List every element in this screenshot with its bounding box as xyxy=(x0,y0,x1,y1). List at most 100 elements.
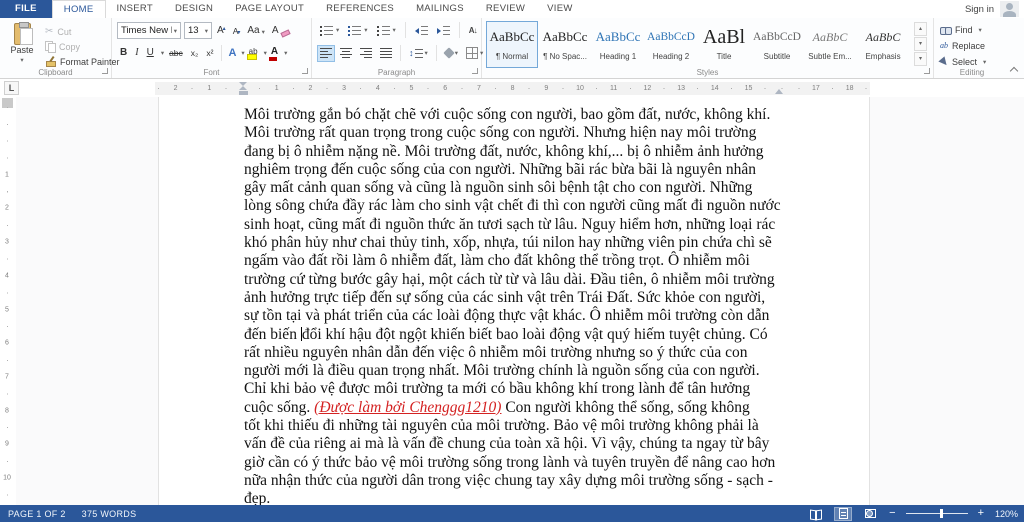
left-indent-marker[interactable] xyxy=(239,82,248,95)
clipboard-dialog-launcher[interactable] xyxy=(102,68,108,74)
numbering-button[interactable]: ▾ xyxy=(345,22,370,39)
page-indicator[interactable]: PAGE 1 OF 2 xyxy=(8,509,66,519)
document-page[interactable]: Môi trường gắn bó chặt chẽ với cuộc sống… xyxy=(158,97,870,505)
increase-indent-button[interactable] xyxy=(434,22,453,39)
right-indent-marker[interactable] xyxy=(775,89,783,94)
clear-formatting-button[interactable]: A xyxy=(270,24,292,38)
justify-button[interactable] xyxy=(377,45,395,62)
font-family-combo[interactable]: Times New Ro ▾ xyxy=(117,22,181,39)
change-case-button[interactable]: Aa ▾ xyxy=(245,24,267,37)
underline-button[interactable]: U xyxy=(144,46,157,60)
text-line[interactable]: nữa nhận thức của người dân trong việc c… xyxy=(244,472,792,490)
sort-button[interactable]: A↓ xyxy=(466,23,480,38)
paste-button[interactable]: Paste ▾ xyxy=(3,21,41,69)
tab-review[interactable]: REVIEW xyxy=(475,0,536,18)
format-painter-button[interactable]: Format Painter xyxy=(45,54,120,69)
find-button[interactable]: Find ▾ xyxy=(940,22,986,37)
text-line[interactable]: tốt khi thiếu đi những tài nguyên của mô… xyxy=(244,417,792,435)
subscript-button[interactable]: x₂ xyxy=(188,46,202,60)
text-line[interactable]: đang bị ô nhiễm nặng nề. Môi trường đất,… xyxy=(244,143,792,161)
text-line[interactable]: rất nhiều nguyên nhân dẫn đến việc ô nhi… xyxy=(244,344,792,362)
zoom-slider[interactable] xyxy=(905,509,968,518)
text-line[interactable]: vấn đề của riêng ai mà là vấn đề chung c… xyxy=(244,435,792,453)
styles-dialog-launcher[interactable] xyxy=(924,68,930,74)
style-subtle-em[interactable]: AaBbC Subtle Em... xyxy=(804,21,856,68)
text-line[interactable]: sinh hoạt, cũng mất đi nguồn thức ăn tươ… xyxy=(244,216,792,234)
read-mode-button[interactable] xyxy=(807,507,825,521)
zoom-in-button[interactable]: + xyxy=(977,508,985,519)
tab-selector[interactable]: L xyxy=(4,81,19,95)
style-emphasis[interactable]: AaBbC Emphasis xyxy=(857,21,909,68)
tab-mailings[interactable]: MAILINGS xyxy=(405,0,475,18)
shrink-font-button[interactable]: A ▾ xyxy=(231,25,243,37)
print-layout-button[interactable] xyxy=(834,506,853,521)
bold-button[interactable]: B xyxy=(117,46,130,60)
sign-in-link[interactable]: Sign in xyxy=(965,4,994,15)
copy-button[interactable]: Copy xyxy=(45,39,120,54)
text-line[interactable]: sự tồn tại và phát triển của các loài độ… xyxy=(244,307,792,325)
zoom-out-button[interactable]: − xyxy=(888,508,896,519)
text-line[interactable]: nghiêm trọng đến cuộc sống của con người… xyxy=(244,161,792,179)
web-layout-button[interactable] xyxy=(861,507,879,521)
tab-home[interactable]: HOME xyxy=(51,0,106,18)
style-normal[interactable]: AaBbCc ¶ Normal xyxy=(486,21,538,68)
paragraph-dialog-launcher[interactable] xyxy=(472,68,478,74)
tab-design[interactable]: DESIGN xyxy=(164,0,224,18)
text-line[interactable]: khó phân hủy như chai thủy tinh, xốp, nh… xyxy=(244,234,792,252)
style-subtitle[interactable]: AaBbCcD Subtitle xyxy=(751,21,803,68)
text-line[interactable]: gây mất cảnh quan sống và cũng là nguồn … xyxy=(244,179,792,197)
tab-page-layout[interactable]: PAGE LAYOUT xyxy=(224,0,315,18)
font-size-combo[interactable]: 13 ▾ xyxy=(184,22,212,39)
style-title[interactable]: AaBl Title xyxy=(698,21,750,68)
style-no-spac[interactable]: AaBbCc ¶ No Spac... xyxy=(539,21,591,68)
text-effects-button[interactable]: A xyxy=(227,47,237,59)
select-button[interactable]: Select ▾ xyxy=(938,54,986,69)
tab-view[interactable]: VIEW xyxy=(536,0,583,18)
tab-file[interactable]: FILE xyxy=(0,0,52,18)
multilevel-list-button[interactable]: ▾ xyxy=(374,22,399,39)
text-line[interactable]: Môi trường gắn bó chặt chẽ với cuộc sống… xyxy=(244,106,792,124)
tab-insert[interactable]: INSERT xyxy=(106,0,164,18)
bullets-button[interactable]: ▾ xyxy=(317,22,342,39)
word-count[interactable]: 375 WORDS xyxy=(82,509,137,519)
align-left-button[interactable] xyxy=(317,44,335,62)
text-line[interactable]: đến biến đổi khí hậu đột ngột khiến biết… xyxy=(244,326,792,344)
replace-button[interactable]: ab Replace xyxy=(940,38,986,53)
line-spacing-button[interactable]: ↕ ▾ xyxy=(406,45,431,62)
style-heading-2[interactable]: AaBbCcD Heading 2 xyxy=(645,21,697,68)
font-color-button[interactable]: A xyxy=(268,46,280,61)
paste-dropdown-icon[interactable]: ▾ xyxy=(20,56,23,64)
cut-button[interactable]: ✂ Cut xyxy=(45,24,120,39)
styles-scroll-down-button[interactable]: ▾ xyxy=(914,37,927,51)
font-dialog-launcher[interactable] xyxy=(302,68,308,74)
align-right-button[interactable] xyxy=(357,45,375,62)
text-line[interactable]: ảnh hưởng trực tiếp đến sự sống của các … xyxy=(244,289,792,307)
decrease-indent-button[interactable] xyxy=(412,22,431,39)
document-text[interactable]: Môi trường gắn bó chặt chẽ với cuộc sống… xyxy=(244,106,792,505)
grow-font-button[interactable]: A ▴ xyxy=(215,24,228,37)
text-line[interactable]: trường cứ từng bước gây hại, một cách từ… xyxy=(244,271,792,289)
text-line[interactable]: lòng sông chứa đầy rác làm cho sinh vật … xyxy=(244,197,792,215)
superscript-button[interactable]: x² xyxy=(203,46,216,60)
text-line[interactable]: Chỉ khi bảo vệ được môi trường ta mới có… xyxy=(244,380,792,398)
style-heading-1[interactable]: AaBbCc Heading 1 xyxy=(592,21,644,68)
text-line[interactable]: người mới là điều quan trọng nhất. Môi t… xyxy=(244,362,792,380)
text-line[interactable]: giờ cần có ý thức bảo vệ môi trường sống… xyxy=(244,454,792,472)
zoom-slider-thumb[interactable] xyxy=(940,509,944,518)
collapse-ribbon-button[interactable] xyxy=(1009,64,1019,74)
text-line[interactable]: ngấm vào đất rồi làm ô nhiễm đất, làm ch… xyxy=(244,252,792,270)
styles-more-button[interactable]: ▾ xyxy=(914,52,927,66)
zoom-level[interactable]: 120% xyxy=(994,509,1018,519)
underline-dropdown-icon[interactable]: ▾ xyxy=(161,49,164,57)
text-line[interactable]: Môi trường rất quan trọng trong cuộc sốn… xyxy=(244,124,792,142)
text-line[interactable]: cuộc sống. (Được làm bởi Chenggg1210) Co… xyxy=(244,399,792,417)
text-line[interactable]: đẹp. xyxy=(244,490,792,505)
align-center-button[interactable] xyxy=(337,45,355,62)
strikethrough-button[interactable]: abc xyxy=(166,46,186,60)
tab-references[interactable]: REFERENCES xyxy=(315,0,405,18)
italic-button[interactable]: I xyxy=(132,46,141,60)
styles-scroll-up-button[interactable]: ▴ xyxy=(914,22,927,36)
user-avatar-icon[interactable] xyxy=(1000,1,1019,17)
highlight-button[interactable]: ab xyxy=(246,47,260,60)
shading-button[interactable]: ▾ xyxy=(442,46,461,60)
